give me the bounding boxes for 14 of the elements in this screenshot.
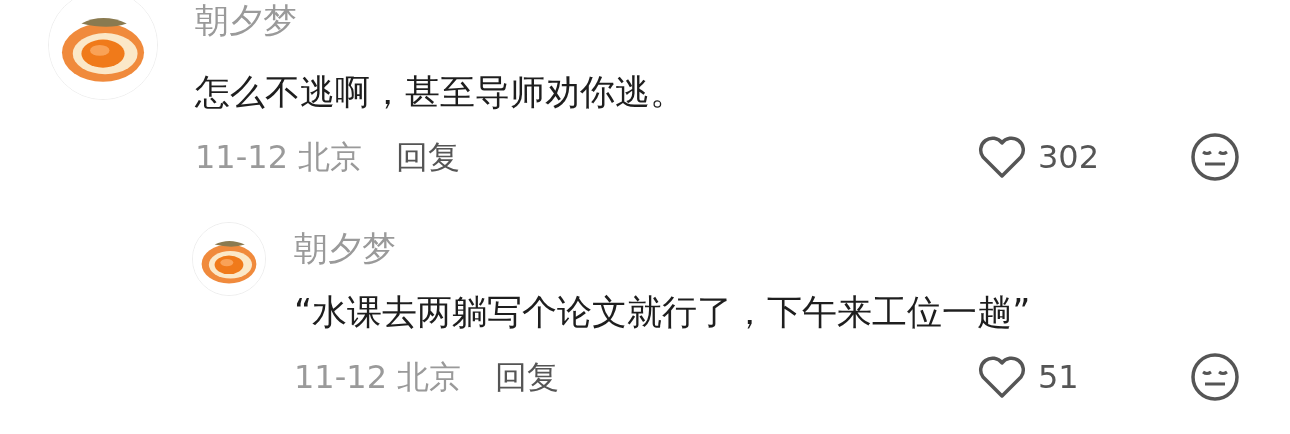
comment-text: 怎么不逃啊，甚至导师劝你逃。 [195, 71, 686, 114]
like-count: 302 [1038, 137, 1101, 177]
heart-icon[interactable] [978, 355, 1026, 399]
comment-text: “水课去两躺写个论文就行了，下午来工位一趟” [294, 291, 1032, 334]
like-count: 51 [1038, 357, 1080, 397]
reply-link[interactable]: 回复 [495, 357, 559, 397]
comment-date: 11-12 [195, 137, 288, 177]
face-icon[interactable] [1190, 132, 1240, 182]
comment-date: 11-12 [294, 357, 387, 397]
heart-icon[interactable] [978, 135, 1026, 179]
comment-location: 北京 [397, 357, 461, 397]
face-icon[interactable] [1190, 352, 1240, 402]
reply-link[interactable]: 回复 [396, 137, 460, 177]
comment-location: 北京 [298, 137, 362, 177]
